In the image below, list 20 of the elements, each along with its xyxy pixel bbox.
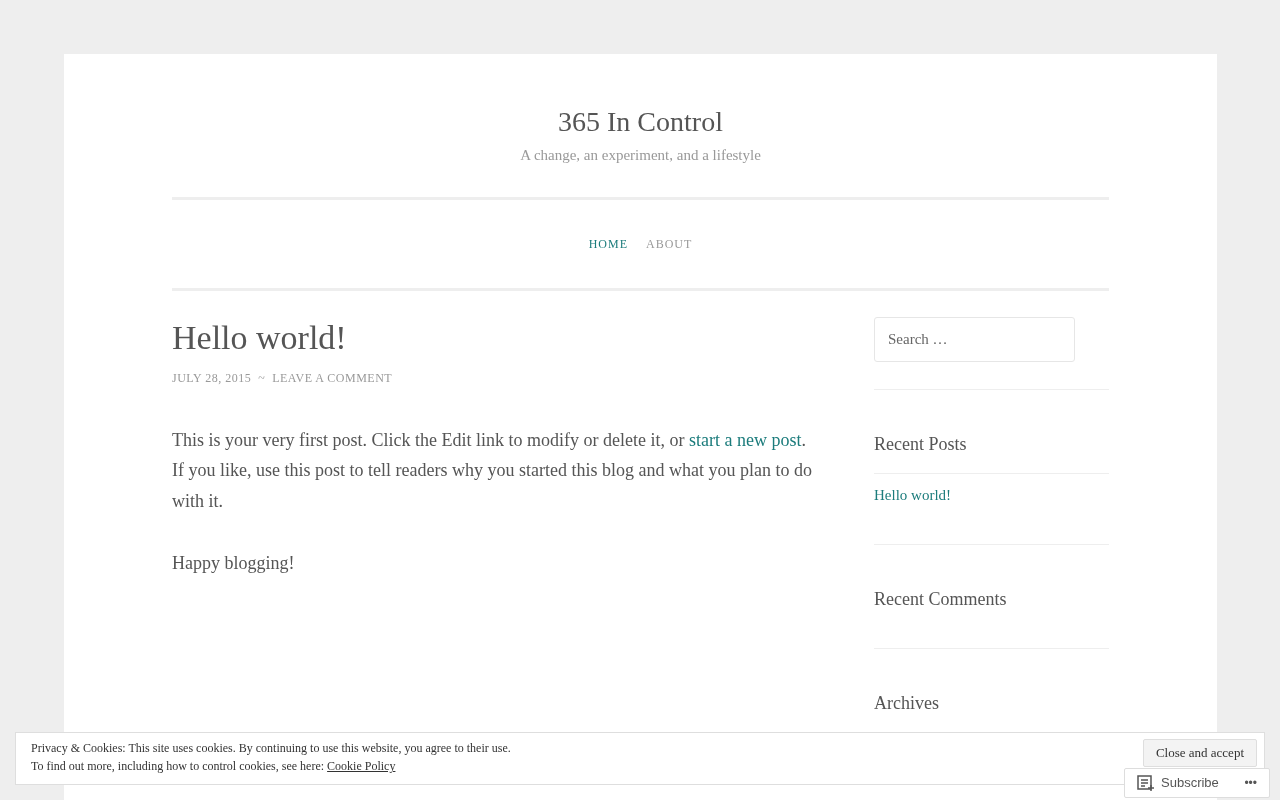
recent-post-link[interactable]: Hello world! [874, 483, 1109, 506]
site-tagline: A change, an experiment, and a lifestyle [520, 146, 761, 165]
widget-title: Archives [874, 692, 940, 715]
nav-link[interactable]: HOME [588, 234, 628, 253]
post-paragraph: Happy blogging! [172, 552, 296, 575]
more-button[interactable]: ••• [1244, 774, 1257, 792]
widget-title: Recent Comments [874, 588, 1008, 611]
cookie-notice: Privacy & Cookies: This site uses cookies. By continuing to use this website, you agree to their use. [31, 740, 511, 757]
cookie-policy-link[interactable]: Cookie Policy [327, 759, 396, 773]
search-field[interactable]: Search … [874, 316, 1075, 362]
new-post-link[interactable]: start a new post [688, 429, 802, 450]
cookie-notice: To find out more, including how to control cookies, see here: Cookie Policy [31, 758, 397, 775]
meta-separator: ~ [258, 369, 266, 387]
site-title[interactable]: 365 In Control [558, 104, 723, 140]
widget-title: Recent Posts [874, 432, 968, 456]
post-title[interactable]: Hello world! [172, 316, 822, 359]
subscribe-button[interactable]: Subscribe [1137, 773, 1219, 793]
reader-icon [1137, 775, 1155, 791]
close-accept-button[interactable]: Close and accept [1142, 739, 1257, 767]
post-paragraph: This is your very first post. Click the Edit link to modify or delete it, or start a new post. If you like, use this post to tell readers why you started this blog and what you plan to do with it. [172, 428, 813, 513]
